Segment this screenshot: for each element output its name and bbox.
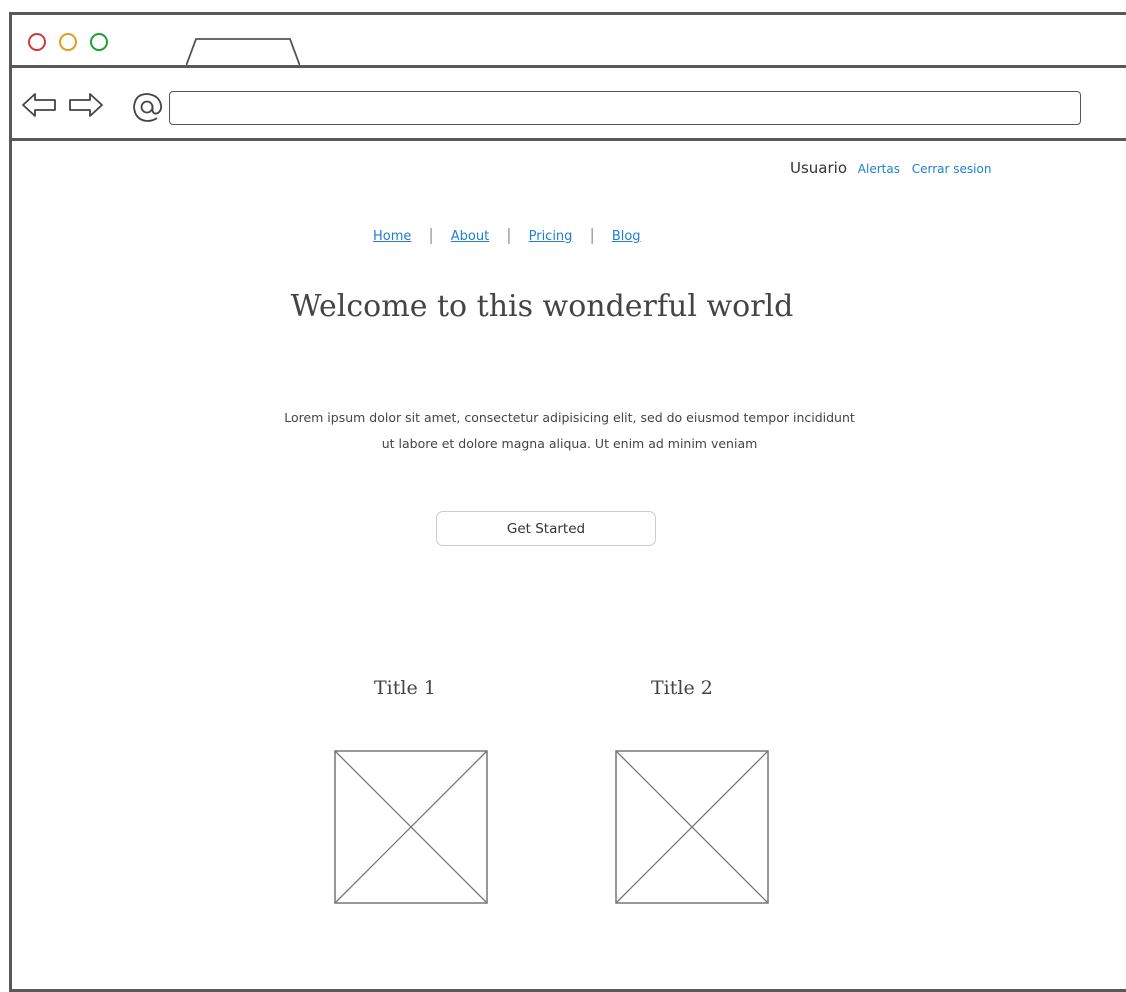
- nav-item-home[interactable]: Home: [373, 229, 411, 244]
- maximize-window-button[interactable]: [90, 33, 108, 51]
- image-placeholder-icon: [615, 750, 769, 904]
- forward-arrow-icon[interactable]: [68, 92, 104, 118]
- logout-link[interactable]: Cerrar sesion: [912, 162, 992, 176]
- hero-title: Welcome to this wonderful world: [290, 289, 794, 324]
- card-title: Title 1: [374, 677, 436, 699]
- at-sign-icon: [133, 93, 163, 122]
- nav-separator: |: [506, 225, 512, 244]
- address-bar: [12, 65, 1126, 141]
- nav-item-blog[interactable]: Blog: [612, 229, 641, 244]
- alerts-link[interactable]: Alertas: [858, 162, 900, 176]
- nav-separator: |: [589, 225, 595, 244]
- back-arrow-icon[interactable]: [21, 92, 57, 118]
- card-title: Title 2: [651, 677, 713, 699]
- browser-tab[interactable]: [186, 36, 300, 66]
- user-bar: Usuario Alertas Cerrar sesion: [790, 159, 998, 177]
- close-window-button[interactable]: [28, 33, 46, 51]
- main-nav: Home | About | Pricing | Blog: [373, 225, 641, 244]
- browser-window: Usuario Alertas Cerrar sesion Home | About…: [9, 12, 1126, 992]
- nav-item-pricing[interactable]: Pricing: [529, 229, 573, 244]
- image-placeholder-icon: [334, 750, 488, 904]
- browser-titlebar: [12, 15, 1126, 66]
- nav-item-about[interactable]: About: [451, 229, 489, 244]
- page-content: Usuario Alertas Cerrar sesion Home | About…: [12, 141, 1126, 989]
- url-input[interactable]: [169, 91, 1081, 125]
- get-started-button[interactable]: Get Started: [436, 511, 656, 546]
- user-label: Usuario: [790, 159, 848, 177]
- hero-text: Lorem ipsum dolor sit amet, consectetur …: [284, 410, 855, 451]
- minimize-window-button[interactable]: [59, 33, 77, 51]
- nav-separator: |: [428, 225, 434, 244]
